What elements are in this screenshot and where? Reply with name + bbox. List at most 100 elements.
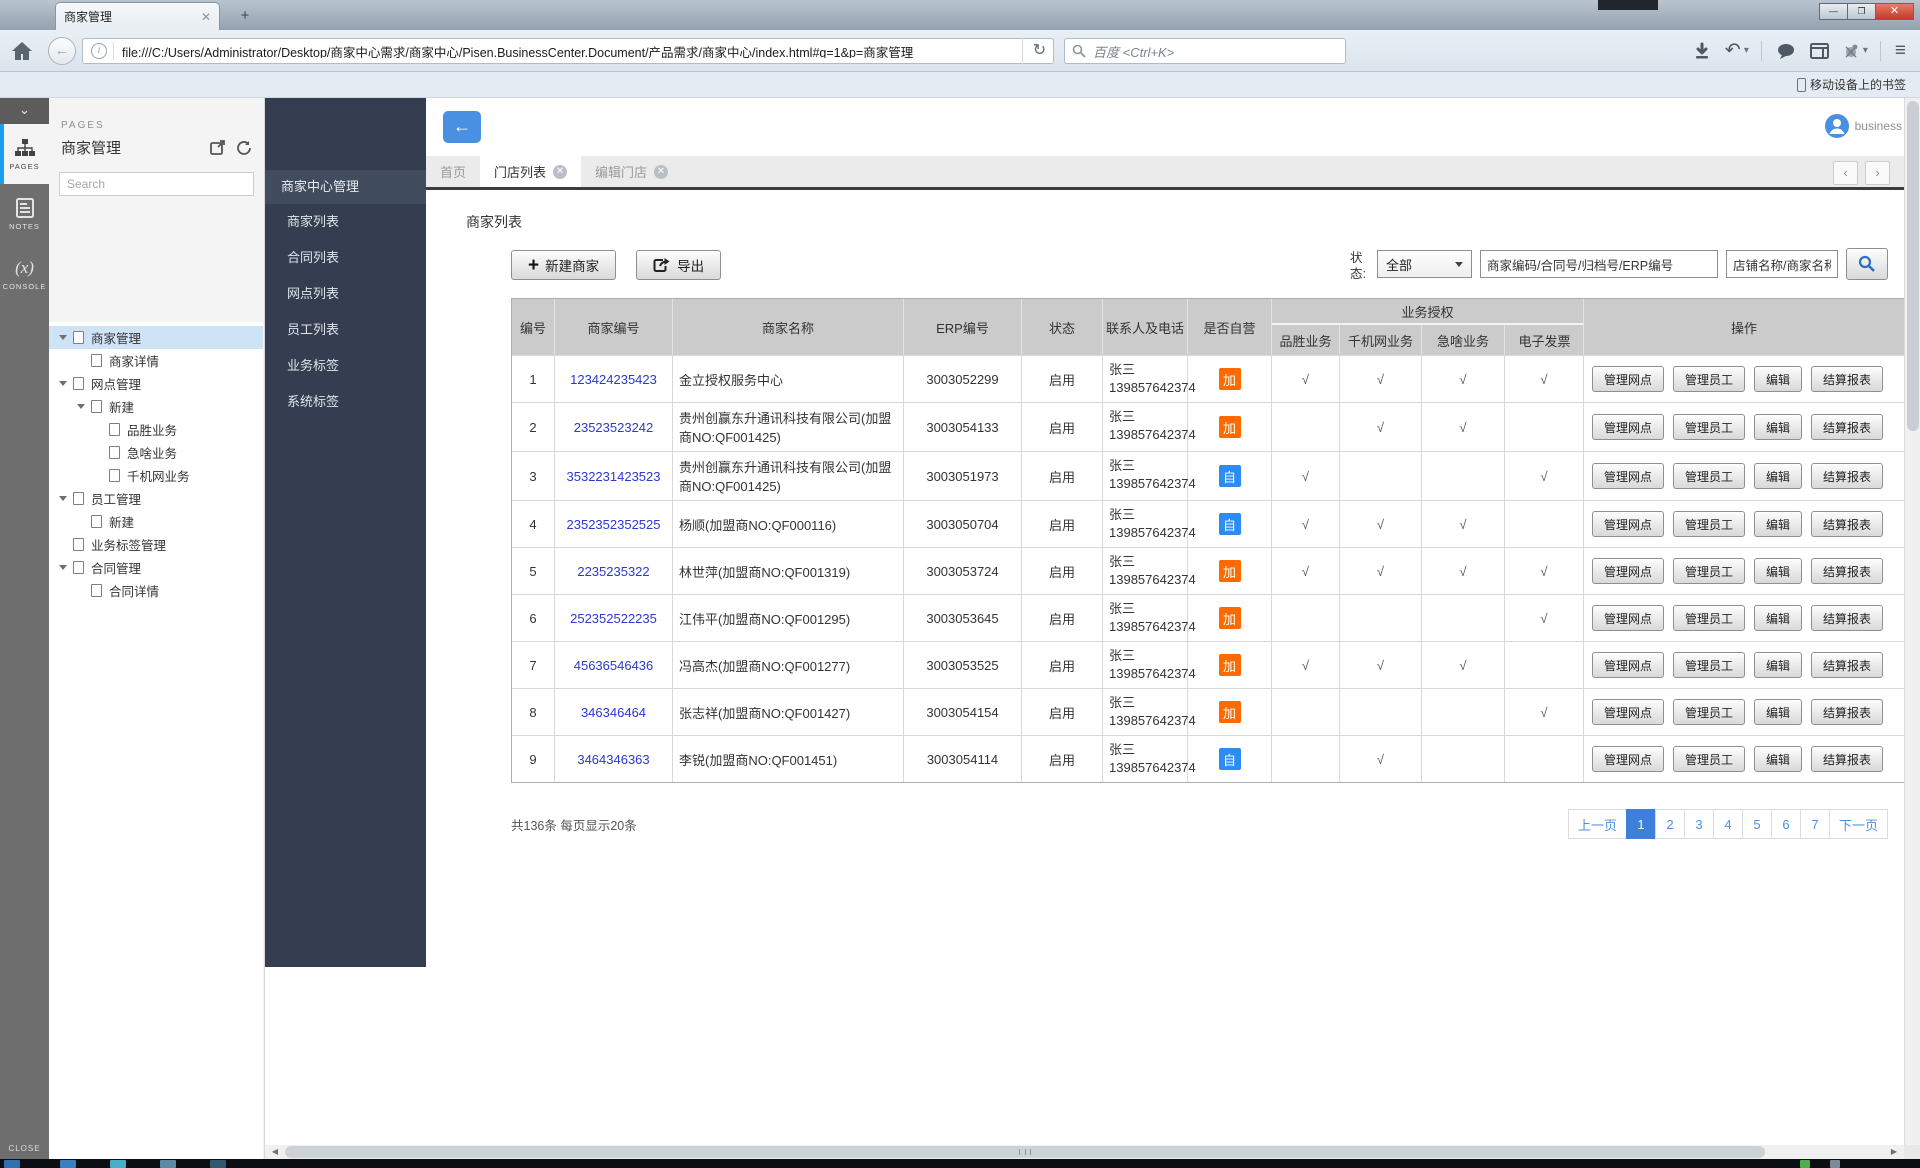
row-action-button[interactable]: 管理员工 xyxy=(1673,511,1745,537)
pagination-page[interactable]: 7 xyxy=(1800,809,1830,839)
tree-item[interactable]: 千机网业务 xyxy=(49,464,263,487)
new-merchant-button[interactable]: + 新建商家 xyxy=(511,250,616,280)
row-action-button[interactable]: 编辑 xyxy=(1754,558,1802,584)
row-action-button[interactable]: 管理网点 xyxy=(1592,511,1664,537)
sidebar-item[interactable]: 系统标签 xyxy=(265,384,426,420)
merchant-code-link[interactable]: 3464346363 xyxy=(577,752,649,767)
browser-search-box[interactable]: 百度 <Ctrl+K> xyxy=(1064,38,1346,64)
row-action-button[interactable]: 管理网点 xyxy=(1592,463,1664,489)
merchant-code-link[interactable]: 252352522235 xyxy=(570,611,657,626)
home-icon[interactable] xyxy=(10,39,34,63)
merchant-code-link[interactable]: 45636546436 xyxy=(574,658,654,673)
nav-pages[interactable]: PAGES xyxy=(0,124,49,184)
row-action-button[interactable]: 管理网点 xyxy=(1592,366,1664,392)
row-action-button[interactable]: 结算报表 xyxy=(1811,463,1883,489)
row-action-button[interactable]: 编辑 xyxy=(1754,605,1802,631)
row-action-button[interactable]: 管理网点 xyxy=(1592,746,1664,772)
plugin-icon[interactable] xyxy=(1843,43,1860,60)
row-action-button[interactable]: 编辑 xyxy=(1754,699,1802,725)
tree-caret-icon[interactable] xyxy=(77,404,85,409)
tray-icon[interactable] xyxy=(1800,1160,1810,1168)
pagination-page[interactable]: 5 xyxy=(1742,809,1772,839)
tree-item[interactable]: 新建 xyxy=(49,510,263,533)
url-input[interactable] xyxy=(122,44,1053,58)
vertical-scrollbar[interactable] xyxy=(1904,98,1920,1145)
export-button[interactable]: 导出 xyxy=(636,250,721,280)
merchant-code-link[interactable]: 123424235423 xyxy=(570,372,657,387)
row-action-button[interactable]: 结算报表 xyxy=(1811,699,1883,725)
tabs-scroll-right-icon[interactable]: › xyxy=(1865,161,1890,185)
open-in-new-icon[interactable] xyxy=(210,140,226,155)
tree-caret-icon[interactable] xyxy=(59,335,67,340)
row-action-button[interactable]: 管理员工 xyxy=(1673,366,1745,392)
tree-caret-icon[interactable] xyxy=(59,496,67,501)
row-action-button[interactable]: 结算报表 xyxy=(1811,652,1883,678)
store-name-search-input[interactable] xyxy=(1726,250,1838,278)
row-action-button[interactable]: 结算报表 xyxy=(1811,414,1883,440)
new-tab-button[interactable]: + xyxy=(232,6,258,26)
row-action-button[interactable]: 管理网点 xyxy=(1592,558,1664,584)
user-chip[interactable]: business xyxy=(1824,113,1902,139)
row-action-button[interactable]: 管理员工 xyxy=(1673,746,1745,772)
tree-item[interactable]: 合同管理 xyxy=(49,556,263,579)
tree-item[interactable]: 网点管理 xyxy=(49,372,263,395)
tree-item[interactable]: 新建 xyxy=(49,395,263,418)
merchant-code-link[interactable]: 3532231423523 xyxy=(567,469,661,484)
sidebar-item[interactable]: 商家列表 xyxy=(265,204,426,240)
scroll-right-arrow-icon[interactable]: ▶ xyxy=(1886,1145,1902,1159)
tree-item[interactable]: 商家详情 xyxy=(49,349,263,372)
minimize-button[interactable]: — xyxy=(1819,3,1848,20)
tab-close-icon[interactable]: ✕ xyxy=(553,165,567,179)
collapse-panel-button[interactable]: ⌄ xyxy=(0,98,49,124)
nav-console[interactable]: (x) CONSOLE xyxy=(0,244,49,304)
tree-caret-icon[interactable] xyxy=(59,565,67,570)
app-back-button[interactable]: ← xyxy=(443,111,481,143)
plugin-dropdown-icon[interactable]: ▾ xyxy=(1863,36,1868,66)
row-action-button[interactable]: 编辑 xyxy=(1754,746,1802,772)
taskbar-icon[interactable] xyxy=(60,1160,76,1168)
row-action-button[interactable]: 编辑 xyxy=(1754,366,1802,392)
tree-item[interactable]: 员工管理 xyxy=(49,487,263,510)
tree-item[interactable]: 品胜业务 xyxy=(49,418,263,441)
close-button[interactable]: ✕ xyxy=(1875,3,1914,20)
merchant-code-link[interactable]: 23523523242 xyxy=(574,420,654,435)
pagination-page[interactable]: 4 xyxy=(1713,809,1743,839)
vertical-scrollbar-thumb[interactable] xyxy=(1907,101,1919,431)
row-action-button[interactable]: 结算报表 xyxy=(1811,605,1883,631)
chat-icon[interactable] xyxy=(1776,42,1796,60)
taskbar-icon[interactable] xyxy=(110,1160,126,1168)
row-action-button[interactable]: 管理网点 xyxy=(1592,699,1664,725)
pagination-page[interactable]: 1 xyxy=(1626,809,1656,839)
row-action-button[interactable]: 管理员工 xyxy=(1673,652,1745,678)
row-action-button[interactable]: 管理网点 xyxy=(1592,414,1664,440)
sidebar-item[interactable]: 业务标签 xyxy=(265,348,426,384)
reload-icon[interactable]: ↻ xyxy=(1022,38,1056,64)
menu-icon[interactable]: ≡ xyxy=(1895,36,1906,66)
tree-item[interactable]: 商家管理 xyxy=(49,326,263,349)
bookmarks-mobile-item[interactable]: 移动设备上的书签 xyxy=(1797,76,1906,93)
row-action-button[interactable]: 编辑 xyxy=(1754,463,1802,489)
row-action-button[interactable]: 管理员工 xyxy=(1673,699,1745,725)
row-action-button[interactable]: 管理网点 xyxy=(1592,605,1664,631)
sidebar-item[interactable]: 合同列表 xyxy=(265,240,426,276)
pagination-page[interactable]: 2 xyxy=(1655,809,1685,839)
tray-icon[interactable] xyxy=(1830,1160,1840,1168)
pagination-page[interactable]: 6 xyxy=(1771,809,1801,839)
horizontal-scrollbar[interactable]: ◀ ▶ xyxy=(265,1145,1920,1159)
status-select[interactable]: 全部 xyxy=(1377,250,1472,278)
row-action-button[interactable]: 管理网点 xyxy=(1592,652,1664,678)
tab-close-icon[interactable]: ✕ xyxy=(201,10,211,24)
page-feedback-icon[interactable] xyxy=(236,140,252,156)
row-action-button[interactable]: 结算报表 xyxy=(1811,558,1883,584)
nav-notes[interactable]: NOTES xyxy=(0,184,49,244)
url-bar[interactable]: i xyxy=(82,38,1054,64)
app-tab[interactable]: 首页 xyxy=(426,156,480,187)
browser-tab[interactable]: 商家管理 ✕ xyxy=(55,2,220,30)
row-action-button[interactable]: 结算报表 xyxy=(1811,511,1883,537)
pagination-next[interactable]: 下一页 xyxy=(1829,809,1888,839)
merchant-code-search-input[interactable] xyxy=(1480,250,1718,278)
taskbar-icon[interactable] xyxy=(160,1160,176,1168)
tab-close-icon[interactable]: ✕ xyxy=(654,165,668,179)
app-tab[interactable]: 编辑门店✕ xyxy=(581,156,682,187)
merchant-code-link[interactable]: 2235235322 xyxy=(577,564,649,579)
